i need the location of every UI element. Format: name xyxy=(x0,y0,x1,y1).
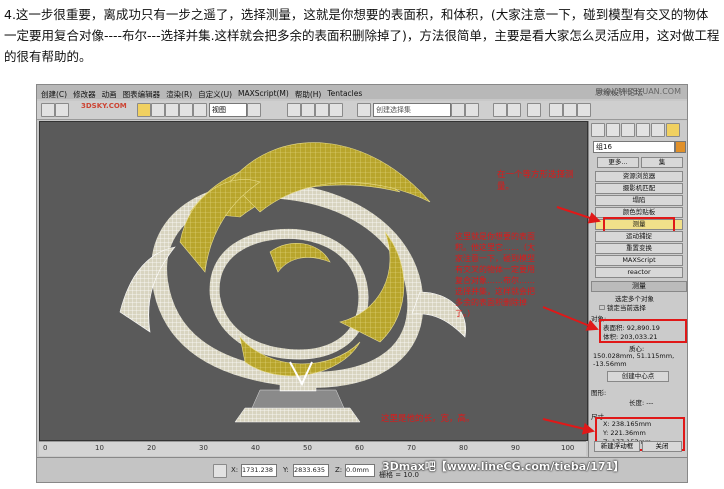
menu-graph-editors[interactable]: 图表编辑器 xyxy=(123,89,161,101)
scale-tick: 70 xyxy=(407,444,416,452)
watermark-site: www.MISSYUAN.COM xyxy=(596,87,681,96)
scale-tick: 50 xyxy=(303,444,312,452)
scale-tick: 60 xyxy=(355,444,364,452)
utility-reactor[interactable]: reactor xyxy=(595,267,683,278)
annotation-select-measure: 在一个等方形选择测量。 xyxy=(497,170,574,192)
menu-modifiers[interactable]: 修改器 xyxy=(73,89,96,101)
site-logo: 3DSKY.COM xyxy=(81,102,127,110)
create-tab-icon[interactable] xyxy=(591,123,605,137)
menu-rendering[interactable]: 渲染(R) xyxy=(166,89,192,101)
x-label: X: xyxy=(231,466,239,474)
utility-reset-xform[interactable]: 重置变换 xyxy=(595,243,683,254)
rotate-icon[interactable] xyxy=(179,103,193,117)
scale-tick: 100 xyxy=(561,444,575,452)
intro-paragraph: 4.这一步很重要，离成功只有一步之遥了，选择测量，这就是你想要的表面积，和体积，… xyxy=(4,7,720,64)
edit-named-sets-icon[interactable] xyxy=(357,103,371,117)
length-label: 长度: --- xyxy=(629,399,654,407)
hierarchy-tab-icon[interactable] xyxy=(621,123,635,137)
select-icon[interactable] xyxy=(137,103,151,117)
menu-tentacles[interactable]: Tentacles xyxy=(327,89,362,101)
sets-button[interactable]: 集 xyxy=(641,157,683,168)
scale-tick: 10 xyxy=(95,444,104,452)
3dsmax-screenshot: 思缘设计论坛 www.MISSYUAN.COM 创建(C) 修改器 动画 图表编… xyxy=(36,84,688,483)
utilities-tab-icon[interactable] xyxy=(666,123,680,137)
menu-bar: 创建(C) 修改器 动画 图表编辑器 渲染(R) 自定义(U) MAXScrip… xyxy=(37,89,362,101)
undo-icon[interactable] xyxy=(41,103,55,117)
scale-tick: 90 xyxy=(511,444,520,452)
y-label: Y: xyxy=(283,466,289,474)
view-dropdown[interactable]: 视图 xyxy=(209,103,247,117)
scale-tick: 30 xyxy=(199,444,208,452)
command-panel: 组16 更多... 集 资源浏览器 摄影机匹配 塌陷 颜色剪贴板 测量 运动捕捉… xyxy=(588,121,687,457)
utility-camera-match[interactable]: 摄影机匹配 xyxy=(595,183,683,194)
annotation-surface-area: 这里就是你想要的表面积。他这里它……（大家注意一下，碰到模型有交叉的物体一定要用… xyxy=(455,232,535,318)
scale-tick: 20 xyxy=(147,444,156,452)
curve-editor-icon[interactable] xyxy=(493,103,507,117)
scale-tick: 80 xyxy=(459,444,468,452)
utility-asset-browser[interactable]: 资源浏览器 xyxy=(595,171,683,182)
render-setup-icon[interactable] xyxy=(549,103,563,117)
main-toolbar: 3DSKY.COM 视图 创建选择集 xyxy=(37,101,687,120)
object-name-field[interactable]: 组16 xyxy=(593,141,675,153)
material-editor-icon[interactable] xyxy=(527,103,541,117)
x-coordinate-field[interactable]: 1731.238 xyxy=(241,464,277,477)
lock-selection-label: 锁定当前选择 xyxy=(606,304,646,312)
menu-animation[interactable]: 动画 xyxy=(102,89,117,101)
spinner-snap-icon[interactable] xyxy=(329,103,343,117)
object-color-swatch[interactable] xyxy=(675,141,686,153)
pivot-icon[interactable] xyxy=(247,103,261,117)
utility-collapse[interactable]: 塌陷 xyxy=(595,195,683,206)
move-icon[interactable] xyxy=(165,103,179,117)
measure-rollout-header[interactable]: 测量 xyxy=(591,281,687,292)
modify-tab-icon[interactable] xyxy=(606,123,620,137)
close-button[interactable]: 关闭 xyxy=(642,441,682,452)
center-mass-value: 150.028mm, 51.115mm, -13.56mm xyxy=(593,352,675,368)
schematic-view-icon[interactable] xyxy=(507,103,521,117)
redo-icon[interactable] xyxy=(55,103,69,117)
shapes-label: 图形: xyxy=(591,389,607,397)
percent-snap-icon[interactable] xyxy=(315,103,329,117)
y-coordinate-field[interactable]: 2833.635 xyxy=(293,464,329,477)
create-center-point-button[interactable]: 创建中心点 xyxy=(607,371,669,382)
lock-selection-icon[interactable] xyxy=(213,464,227,478)
new-float-button[interactable]: 新建浮动框 xyxy=(594,441,640,452)
brand-watermark: 3Dmax吧【www.lineCG.com/tieba/171】 xyxy=(382,460,625,473)
menu-create[interactable]: 创建(C) xyxy=(41,89,67,101)
snap-icon[interactable] xyxy=(287,103,301,117)
display-tab-icon[interactable] xyxy=(651,123,665,137)
render-icon[interactable] xyxy=(563,103,577,117)
align-icon[interactable] xyxy=(465,103,479,117)
mirror-icon[interactable] xyxy=(451,103,465,117)
motion-tab-icon[interactable] xyxy=(636,123,650,137)
z-label: Z: xyxy=(335,466,343,474)
scale-tick: 40 xyxy=(251,444,260,452)
named-selection-set[interactable]: 创建选择集 xyxy=(373,103,451,117)
lock-selection-checkbox[interactable]: ☐ 锁定当前选择 xyxy=(599,302,646,312)
menu-maxscript[interactable]: MAXScript(M) xyxy=(238,89,289,101)
time-slider-scale[interactable]: 0 10 20 30 40 50 60 70 80 90 100 xyxy=(39,441,586,456)
scale-icon[interactable] xyxy=(193,103,207,117)
scale-tick: 0 xyxy=(43,444,48,452)
more-button[interactable]: 更多... xyxy=(597,157,639,168)
z-coordinate-field[interactable]: 0.0mm xyxy=(345,464,375,477)
angle-snap-icon[interactable] xyxy=(301,103,315,117)
annotation-dimensions: 这里是他的长，宽，高。 xyxy=(381,414,475,424)
quick-render-icon[interactable] xyxy=(577,103,591,117)
menu-help[interactable]: 帮助(H) xyxy=(295,89,322,101)
utility-motion-capture[interactable]: 运动捕捉 xyxy=(595,231,683,242)
area-volume-highlight xyxy=(599,319,687,343)
menu-customize[interactable]: 自定义(U) xyxy=(198,89,232,101)
utility-maxscript[interactable]: MAXScript xyxy=(595,255,683,266)
select-region-icon[interactable] xyxy=(151,103,165,117)
